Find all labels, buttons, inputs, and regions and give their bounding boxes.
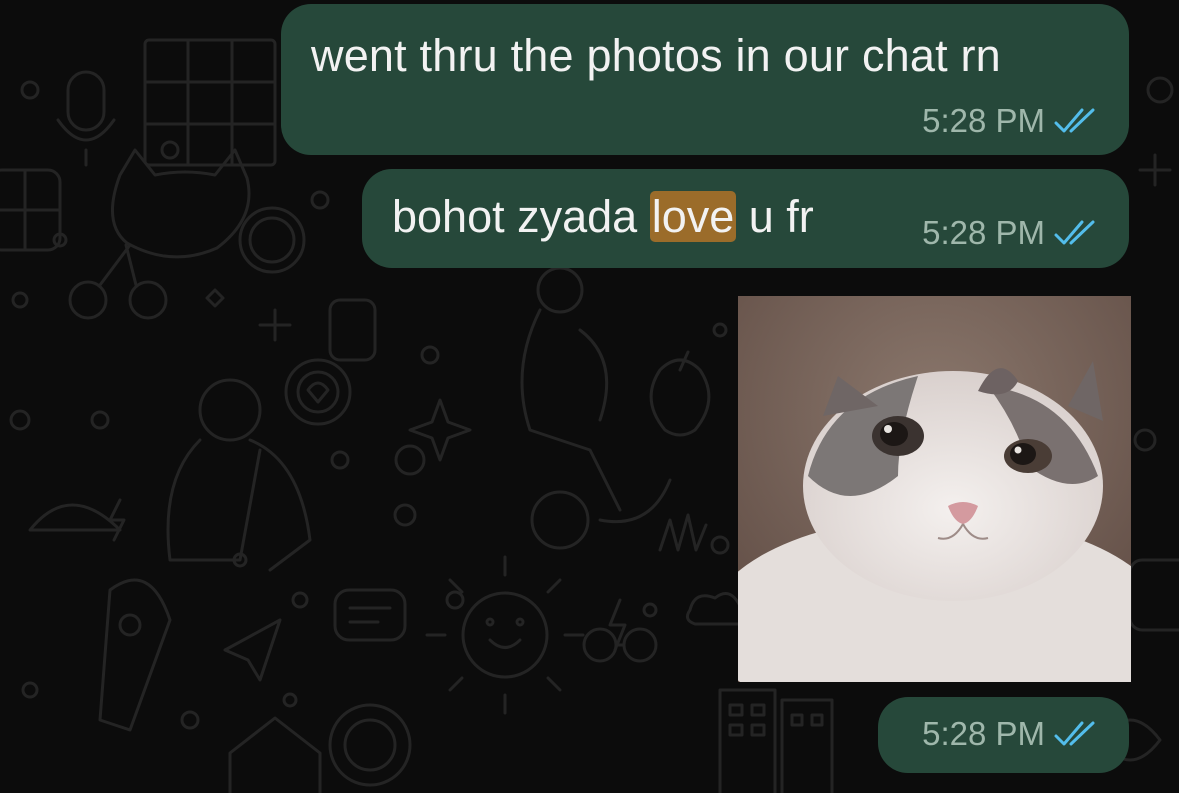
- message-time: 5:28 PM: [922, 715, 1045, 752]
- message-text: bohot zyada love u fr: [392, 191, 814, 243]
- double-check-icon: [1054, 108, 1095, 133]
- double-check-icon: [1054, 721, 1095, 746]
- outgoing-message-bubble[interactable]: went thru the photos in our chat rn 5:28…: [281, 4, 1129, 155]
- message-text: went thru the photos in our chat rn: [311, 30, 1001, 81]
- cat-photo[interactable]: [738, 296, 1131, 682]
- outgoing-message-bubble[interactable]: 5:28 PM: [878, 697, 1129, 773]
- double-check-icon: [1054, 220, 1095, 245]
- message-time: 5:28 PM: [922, 214, 1045, 251]
- message-time: 5:28 PM: [922, 102, 1045, 139]
- cat-photo-image: [738, 296, 1131, 682]
- message-meta: 5:28 PM: [922, 715, 1099, 753]
- chat-background: went thru the photos in our chat rn 5:28…: [0, 0, 1179, 793]
- message-meta: 5:28 PM: [922, 102, 1099, 140]
- outgoing-message-bubble[interactable]: bohot zyada love u fr 5:28 PM: [362, 169, 1129, 268]
- search-highlight: love: [649, 191, 737, 242]
- message-text-part: bohot zyada: [392, 191, 650, 242]
- message-meta: 5:28 PM: [922, 214, 1099, 252]
- message-text-part: u fr: [736, 191, 814, 242]
